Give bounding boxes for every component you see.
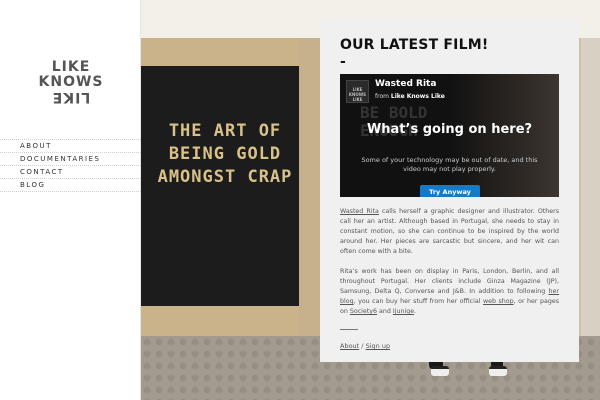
chalkboard-text: THE ART OF BEING GOLD AMONGST CRAP (157, 121, 293, 187)
video-error-subtext: Some of your technology may be out of da… (361, 156, 538, 173)
video-channel-link[interactable]: Like Knows Like (391, 93, 445, 100)
logo-line-3: LIKE (51, 89, 91, 105)
try-anyway-button[interactable]: Try Anyway (420, 185, 480, 197)
channel-thumbnail[interactable]: LIKE KNOWS LIKE (346, 80, 369, 103)
logo-line-1: LIKE (51, 59, 91, 75)
video-title[interactable]: Wasted Rita (375, 79, 436, 89)
main-nav: ABOUT DOCUMENTARIES CONTACT BLOG (0, 139, 141, 192)
chalkboard: THE ART OF BEING GOLD AMONGST CRAP (141, 66, 299, 306)
nav-item-about[interactable]: ABOUT (0, 140, 141, 153)
paragraph-2-text-b: , you can buy her stuff from her officia… (353, 298, 483, 305)
content-panel: OUR LATEST FILM! - BE BOLD ENOUGH LIKE K… (320, 19, 579, 362)
logo-line-2: KNOWS (38, 74, 104, 90)
nav-item-blog[interactable]: BLOG (0, 179, 141, 192)
site-logo[interactable]: LIKE KNOWS LIKE (37, 59, 105, 105)
photo-building (581, 38, 600, 338)
paragraph-1-text: calls herself a graphic designer and ill… (340, 208, 559, 255)
paragraph-2-text-d: and (377, 308, 393, 315)
video-embed[interactable]: BE BOLD ENOUGH LIKE KNOWS LIKE Wasted Ri… (340, 74, 559, 197)
page-title: OUR LATEST FILM! (340, 37, 489, 53)
ijunige-link[interactable]: Ijunige (393, 308, 414, 315)
footer-separator: / (361, 342, 364, 350)
paragraph-2-text-e: . (414, 308, 417, 315)
video-from-prefix: from (375, 93, 389, 100)
video-byline: from Like Knows Like (375, 93, 445, 100)
nav-item-documentaries[interactable]: DOCUMENTARIES (0, 153, 141, 166)
web-shop-link[interactable]: web shop (483, 298, 514, 305)
wasted-rita-link[interactable]: Wasted Rita (340, 208, 379, 215)
video-error-headline: What’s going on here? (366, 122, 533, 137)
paragraph-2-text-a: Rita’s work has been on display in Paris… (340, 268, 559, 295)
society6-link[interactable]: Society6 (350, 308, 377, 315)
sidebar: LIKE KNOWS LIKE ABOUT DOCUMENTARIES CONT… (0, 0, 141, 400)
article-body: Wasted Rita calls herself a graphic desi… (340, 207, 559, 317)
paragraph-2: Rita’s work has been on display in Paris… (340, 267, 559, 317)
divider (340, 329, 358, 330)
title-dash: - (340, 54, 346, 70)
panel-footer-links: About / Sign up (340, 342, 559, 350)
paragraph-1: Wasted Rita calls herself a graphic desi… (340, 207, 559, 257)
nav-item-contact[interactable]: CONTACT (0, 166, 141, 179)
signup-link[interactable]: Sign up (366, 342, 391, 350)
about-link[interactable]: About (340, 342, 359, 350)
